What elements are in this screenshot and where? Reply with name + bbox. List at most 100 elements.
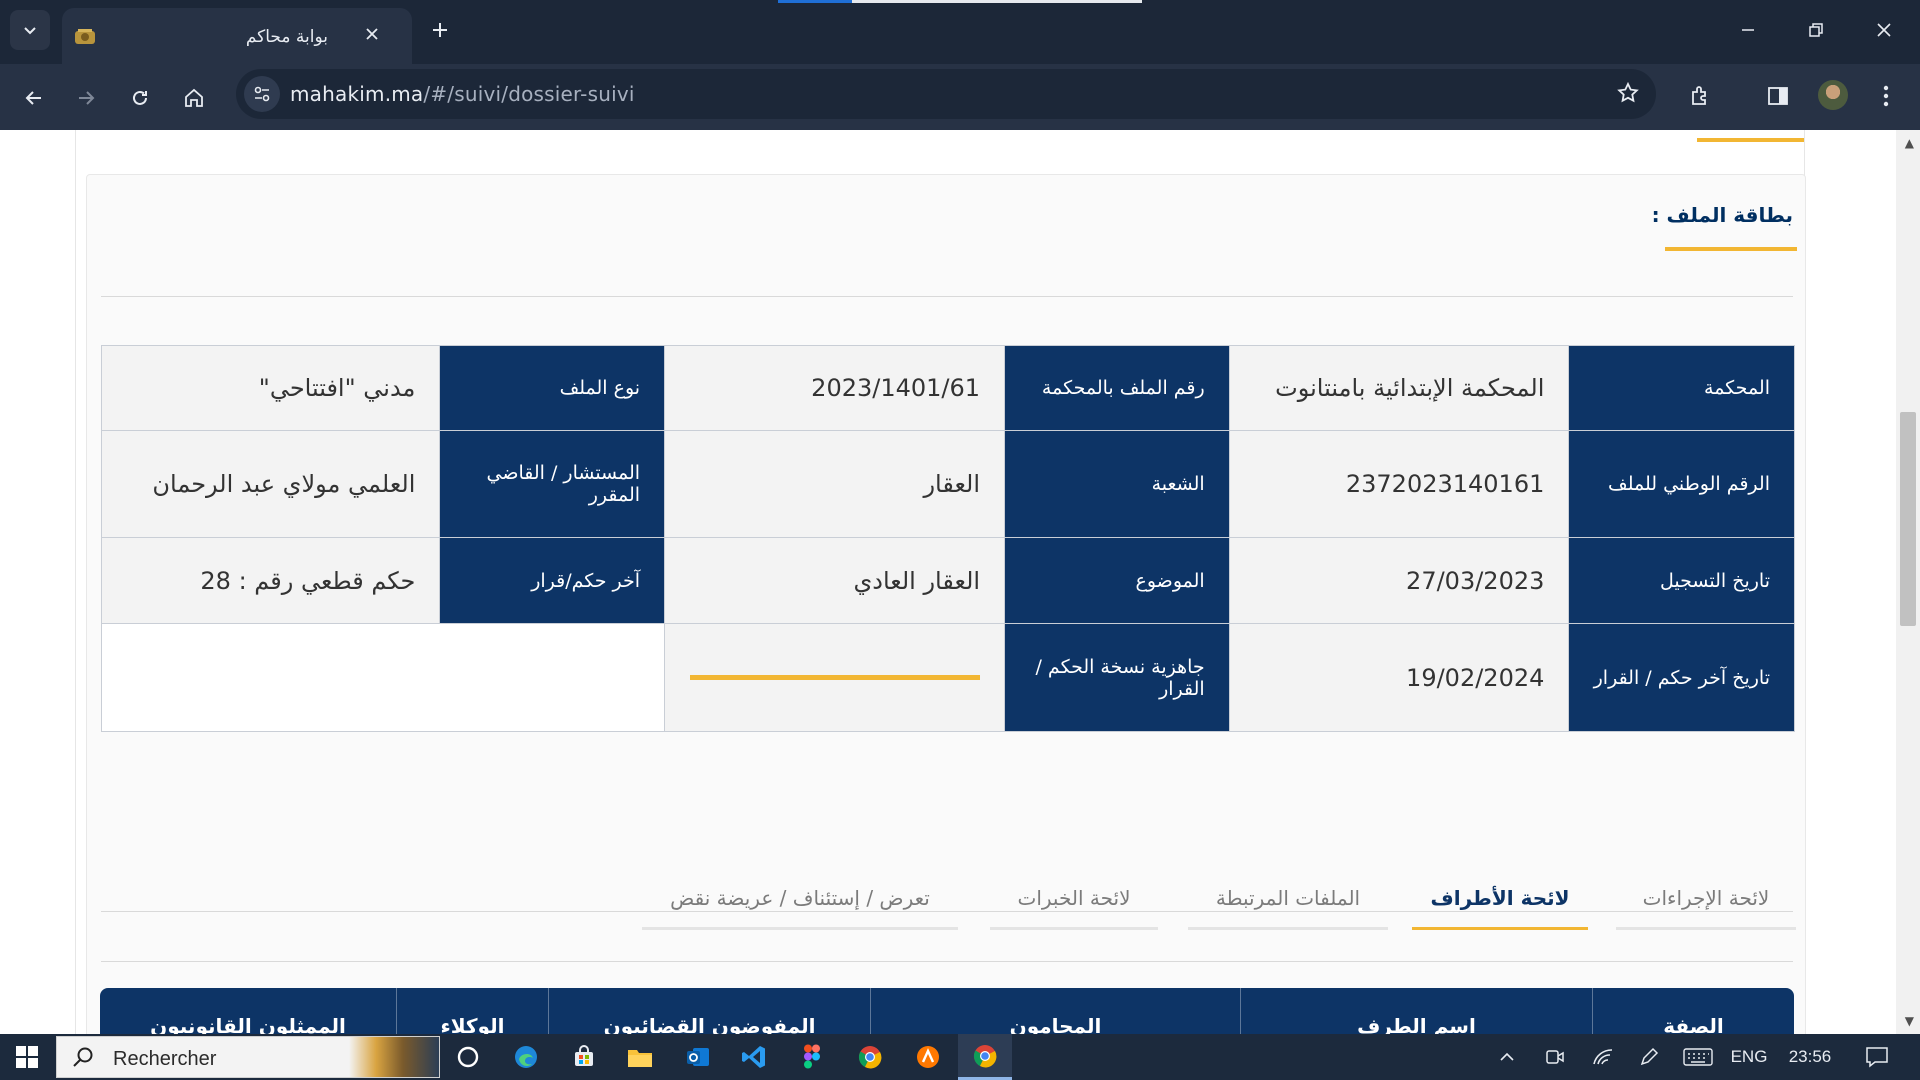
search-highlight-image xyxy=(349,1037,439,1077)
header-lawyers: المحامون xyxy=(870,988,1240,1034)
url-path: /#/suivi/dossier-suivi xyxy=(423,82,635,106)
taskbar-search-box[interactable]: Rechercher xyxy=(56,1036,440,1078)
browser-tab-active[interactable]: بوابة محاكم xyxy=(62,8,412,64)
task-view-button[interactable] xyxy=(442,1034,494,1080)
figma-icon xyxy=(804,1044,820,1069)
page-viewport: بطاقة الملف : المحكمة المحكمة الإبتدائية… xyxy=(0,130,1920,1034)
bookmark-star-icon[interactable] xyxy=(1616,81,1640,109)
division-label: الشعبة xyxy=(1004,430,1230,538)
outlook-app[interactable] xyxy=(672,1034,724,1080)
tab-label: تعرض / إستئناف / عريضة نقض xyxy=(670,886,930,910)
table-row: تاريخ آخر حكم / القرار 19/02/2024 جاهزية… xyxy=(100,623,1795,732)
store-icon xyxy=(575,1045,593,1066)
touch-keyboard-icon[interactable] xyxy=(1678,1034,1718,1080)
tab-procedures[interactable]: لائحة الإجراءات xyxy=(1616,874,1796,930)
minimize-window-button[interactable] xyxy=(1726,10,1770,50)
outlook-icon xyxy=(687,1048,709,1066)
edge-icon xyxy=(515,1046,537,1068)
reload-button[interactable] xyxy=(120,78,160,118)
scrollbar-thumb[interactable] xyxy=(1900,412,1916,626)
side-panel-icon[interactable] xyxy=(1760,78,1796,114)
tab-parties[interactable]: لائحة الأطراف xyxy=(1412,874,1588,930)
parties-table-header: الصفة اسم الطرف المحامون المفوضون القضائ… xyxy=(100,988,1794,1034)
clock[interactable]: 23:56 xyxy=(1780,1034,1840,1080)
menu-kebab-icon[interactable] xyxy=(1868,78,1904,114)
tab-appeals[interactable]: تعرض / إستئناف / عريضة نقض xyxy=(642,874,958,930)
wifi-icon[interactable] xyxy=(1586,1034,1620,1080)
store-app[interactable] xyxy=(558,1034,610,1080)
registration-date-label: تاريخ التسجيل xyxy=(1568,537,1795,624)
file-number-label: رقم الملف بالمحكمة xyxy=(1004,345,1230,431)
empty-cell xyxy=(100,623,666,732)
national-number-label: الرقم الوطني للملف xyxy=(1568,430,1795,538)
scroll-up-arrow-icon[interactable]: ▲ xyxy=(1905,136,1914,150)
chrome-icon xyxy=(973,1044,997,1067)
close-window-button[interactable] xyxy=(1862,10,1906,50)
last-judgment-date-label: تاريخ آخر حكم / القرار xyxy=(1568,623,1795,732)
address-bar[interactable]: mahakim.ma/#/suivi/dossier-suivi xyxy=(236,69,1656,119)
tab-label: لائحة الخبرات xyxy=(1017,886,1131,910)
copy-ready-indicator xyxy=(690,675,981,680)
folder-icon xyxy=(628,1050,652,1067)
file-number-value: 2023/1401/61 xyxy=(664,345,1006,431)
restore-window-button[interactable] xyxy=(1794,10,1838,50)
edge-app[interactable] xyxy=(500,1034,552,1080)
file-info-table: المحكمة المحكمة الإبتدائية بامنتانوت رقم… xyxy=(100,345,1795,732)
close-tab-icon[interactable] xyxy=(360,22,384,46)
new-tab-button[interactable] xyxy=(424,14,456,46)
show-hidden-icons-chevron-icon[interactable] xyxy=(1492,1034,1522,1080)
tab-linked-files[interactable]: الملفات المرتبطة xyxy=(1188,874,1388,930)
file-tabs: لائحة الإجراءات لائحة الأطراف الملفات ال… xyxy=(86,874,1806,930)
vscode-app[interactable] xyxy=(728,1034,780,1080)
search-placeholder: Rechercher xyxy=(113,1048,217,1070)
notifications-icon[interactable] xyxy=(1854,1034,1900,1080)
divider xyxy=(101,296,1793,297)
forward-button[interactable] xyxy=(66,78,106,118)
figma-app[interactable] xyxy=(786,1034,838,1080)
start-button[interactable] xyxy=(0,1034,54,1080)
loading-indicator-track xyxy=(852,0,1142,3)
language-indicator[interactable]: ENG xyxy=(1726,1034,1772,1080)
section-accent-line xyxy=(1697,138,1804,142)
search-icon xyxy=(73,1047,93,1067)
header-legal-representatives: الممثلون القانونيون xyxy=(150,1014,346,1034)
card-title-underline xyxy=(1665,247,1797,251)
home-icon xyxy=(185,88,203,107)
tab-label: لائحة الأطراف xyxy=(1430,886,1570,910)
tab-label: الملفات المرتبطة xyxy=(1215,886,1361,910)
browser-tab-strip: بوابة محاكم xyxy=(0,0,1920,64)
windows-logo-icon xyxy=(16,1046,38,1068)
table-row: المحكمة المحكمة الإبتدائية بامنتانوت رقم… xyxy=(100,345,1795,431)
tab-expertises[interactable]: لائحة الخبرات xyxy=(990,874,1158,930)
extensions-icon[interactable] xyxy=(1682,78,1718,114)
file-explorer-app[interactable] xyxy=(614,1034,666,1080)
file-type-value: مدني "افتتاحي" xyxy=(100,345,441,431)
minimize-icon xyxy=(1742,29,1754,31)
tab-title: بوابة محاكم xyxy=(245,27,328,47)
chrome-app[interactable] xyxy=(844,1034,896,1080)
chrome-icon xyxy=(858,1046,882,1069)
close-icon xyxy=(1877,23,1891,37)
scroll-down-arrow-icon[interactable]: ▼ xyxy=(1905,1014,1914,1028)
avast-icon xyxy=(917,1046,939,1068)
pen-icon[interactable] xyxy=(1632,1034,1666,1080)
home-button[interactable] xyxy=(174,78,214,118)
file-type-label: نوع الملف xyxy=(439,345,666,431)
court-value: المحكمة الإبتدائية بامنتانوت xyxy=(1228,345,1570,431)
chrome-active-app[interactable] xyxy=(958,1034,1012,1080)
judge-value: العلمي مولاي عبد الرحمان xyxy=(100,430,441,538)
vscode-icon xyxy=(742,1046,765,1068)
back-button[interactable] xyxy=(14,78,54,118)
tab-search-button[interactable] xyxy=(10,10,50,50)
site-info-button[interactable] xyxy=(244,76,280,112)
url-text: mahakim.ma/#/suivi/dossier-suivi xyxy=(290,82,635,106)
chevron-down-icon xyxy=(24,27,36,35)
profile-avatar[interactable] xyxy=(1818,80,1848,110)
judge-label: المستشار / القاضي المقرر xyxy=(439,430,666,538)
avast-app[interactable] xyxy=(902,1034,954,1080)
division-value: العقار xyxy=(664,430,1006,538)
tune-icon xyxy=(254,86,270,102)
plus-icon xyxy=(433,23,447,37)
meet-camera-icon[interactable] xyxy=(1538,1034,1572,1080)
reload-icon xyxy=(133,90,147,105)
